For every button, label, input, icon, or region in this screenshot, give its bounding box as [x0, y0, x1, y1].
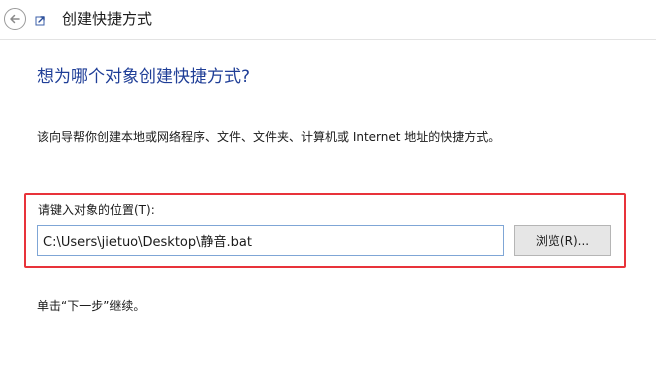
continue-hint: 单击“下一步”继续。 — [37, 299, 146, 313]
shortcut-icon — [35, 16, 45, 26]
back-arrow-icon — [10, 14, 20, 24]
page-heading: 想为哪个对象创建快捷方式? — [37, 67, 251, 87]
window-title: 创建快捷方式 — [62, 10, 153, 28]
wizard-description: 该向导帮你创建本地或网络程序、文件、文件夹、计算机或 Internet 地址的快… — [37, 130, 501, 144]
create-shortcut-wizard: 创建快捷方式 想为哪个对象创建快捷方式? 该向导帮你创建本地或网络程序、文件、文… — [0, 0, 656, 388]
location-input[interactable] — [37, 225, 504, 256]
back-button[interactable] — [4, 8, 26, 30]
browse-button[interactable]: 浏览(R)... — [514, 225, 611, 256]
title-bar: 创建快捷方式 — [0, 0, 656, 40]
location-label: 请键入对象的位置(T): — [38, 203, 155, 217]
